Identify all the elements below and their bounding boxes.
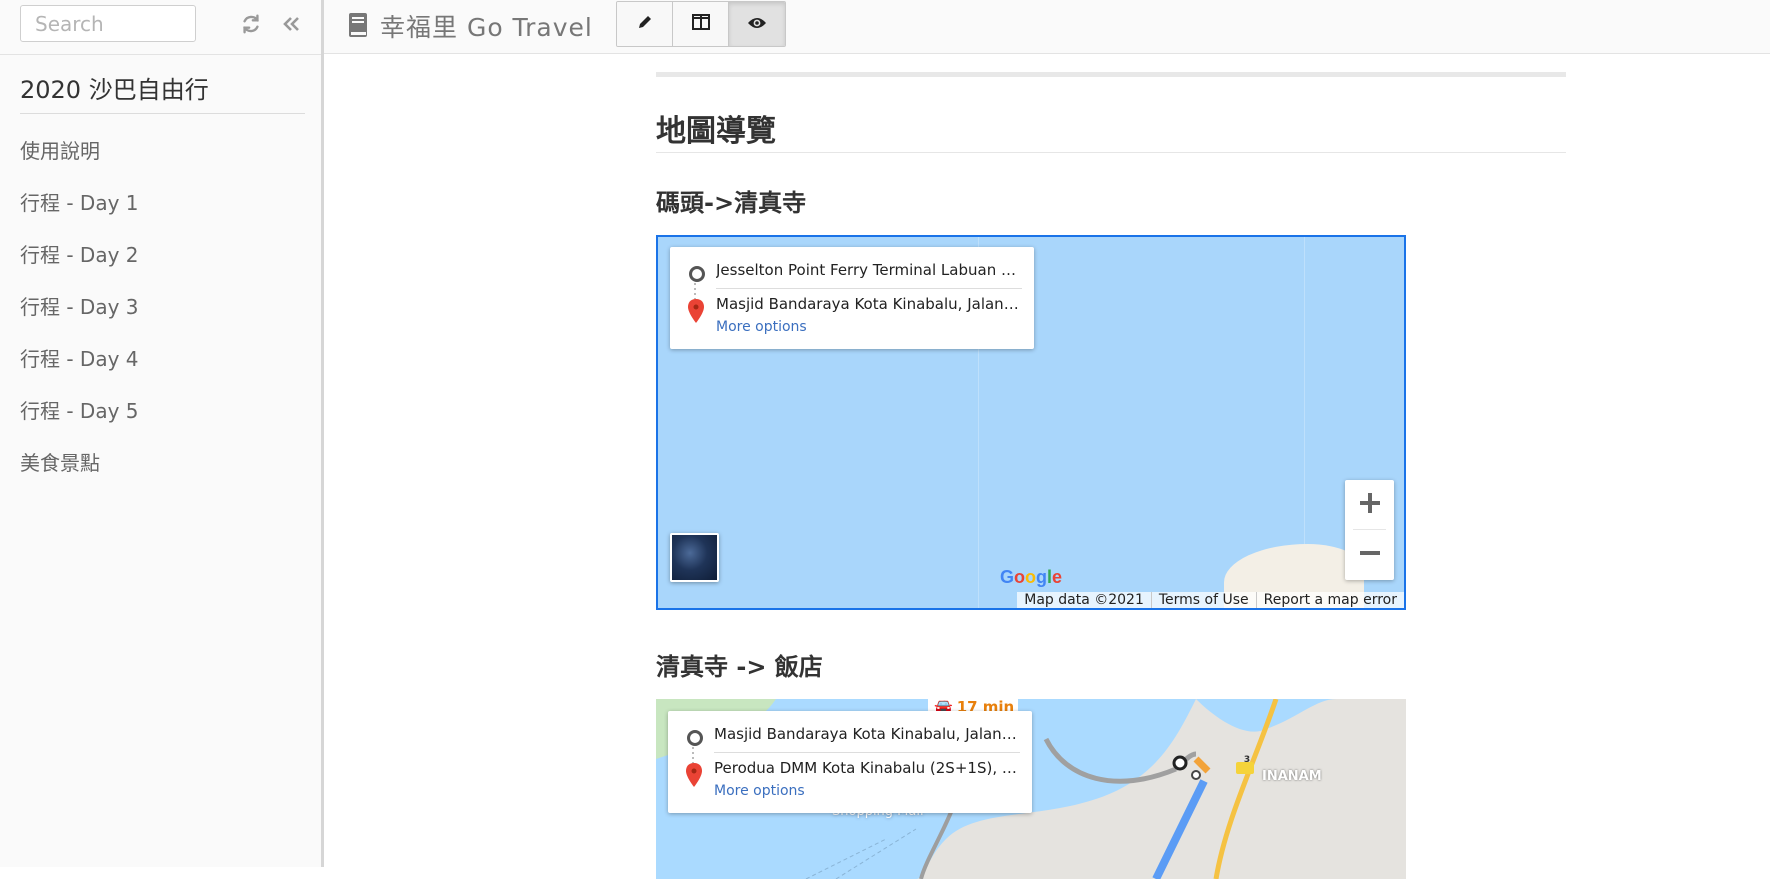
origin-circle-icon xyxy=(689,266,705,282)
road-number: 3 xyxy=(1243,755,1251,765)
section-title: 碼頭->清真寺 xyxy=(656,189,807,217)
route-dots xyxy=(692,747,694,763)
sidebar-item-day-3[interactable]: 行程 - Day 3 xyxy=(20,289,139,341)
more-options-link[interactable]: More options xyxy=(716,319,807,335)
origin-field[interactable]: Jesselton Point Ferry Terminal Labuan Fe… xyxy=(716,261,1022,279)
edit-mode-button[interactable] xyxy=(617,2,673,46)
book-icon xyxy=(348,12,368,38)
horizontal-rule xyxy=(656,72,1566,77)
origin-field[interactable]: Masjid Bandaraya Kota Kinabalu, Jalan Pa… xyxy=(714,725,1020,743)
sidebar-item-day-5[interactable]: 行程 - Day 5 xyxy=(20,393,139,445)
refresh-icon[interactable] xyxy=(237,10,265,38)
view-mode-toggle xyxy=(616,1,786,47)
map-attribution: Map data ©2021 Terms of Use Report a map… xyxy=(1017,592,1404,608)
columns-icon xyxy=(691,14,710,34)
heading-underline xyxy=(656,152,1566,153)
sidebar-item-day-4[interactable]: 行程 - Day 4 xyxy=(20,341,139,393)
sidebar: 2020 沙巴自由行 使用說明 行程 - Day 1 行程 - Day 2 行程… xyxy=(0,0,324,867)
map-pin-icon xyxy=(686,298,706,324)
zoom-in-button[interactable] xyxy=(1345,480,1394,529)
page-heading: 地圖導覽 xyxy=(656,114,776,149)
map-embed[interactable]: Jesselton Point Ferry Terminal Labuan Fe… xyxy=(656,235,1406,610)
double-chevron-left-icon[interactable] xyxy=(277,10,305,38)
site-title: 幸福里 Go Travel xyxy=(380,13,593,42)
map-pin-icon xyxy=(684,762,704,788)
minus-icon xyxy=(1359,542,1381,568)
terms-link[interactable]: Terms of Use xyxy=(1150,592,1256,608)
zoom-control xyxy=(1345,480,1394,580)
report-error-link[interactable]: Report a map error xyxy=(1255,592,1404,608)
sidebar-item-day-1[interactable]: 行程 - Day 1 xyxy=(20,185,139,237)
sidebar-toolbar xyxy=(0,0,321,55)
map-embed[interactable]: 🚘17 min 3 INANAM Shopping Mall Masjid Ba… xyxy=(656,699,1406,879)
book-title: 2020 沙巴自由行 xyxy=(20,76,209,104)
section-title: 清真寺 -> 飯店 xyxy=(656,653,823,681)
pencil-icon xyxy=(637,14,653,34)
directions-card: Jesselton Point Ferry Terminal Labuan Fe… xyxy=(670,247,1034,349)
sidebar-nav: 使用說明 行程 - Day 1 行程 - Day 2 行程 - Day 3 行程… xyxy=(20,133,139,497)
destination-field[interactable]: Masjid Bandaraya Kota Kinabalu, Jalan Pa… xyxy=(716,295,1022,313)
satellite-toggle[interactable] xyxy=(670,533,719,582)
destination-field[interactable]: Perodua DMM Kota Kinabalu (2S+1S), U... xyxy=(714,759,1020,777)
divider xyxy=(714,752,1020,753)
split-mode-button[interactable] xyxy=(673,2,729,46)
area-label: INANAM xyxy=(1262,769,1322,784)
top-header: 幸福里 Go Travel xyxy=(324,0,1770,54)
sidebar-item-food-spots[interactable]: 美食景點 xyxy=(20,445,139,497)
preview-mode-button[interactable] xyxy=(729,2,785,46)
more-options-link[interactable]: More options xyxy=(714,783,805,799)
plus-icon xyxy=(1359,492,1381,518)
origin-circle-icon xyxy=(687,730,703,746)
divider xyxy=(716,288,1022,289)
route-dots xyxy=(694,283,696,299)
sidebar-item-instructions[interactable]: 使用說明 xyxy=(20,133,139,185)
divider xyxy=(20,113,305,114)
search-input[interactable] xyxy=(20,5,196,42)
eye-icon xyxy=(747,15,767,34)
google-logo: Google xyxy=(1000,567,1063,587)
zoom-out-button[interactable] xyxy=(1345,530,1394,579)
map-data-text: Map data ©2021 xyxy=(1024,592,1144,608)
sidebar-item-day-2[interactable]: 行程 - Day 2 xyxy=(20,237,139,289)
directions-card: Masjid Bandaraya Kota Kinabalu, Jalan Pa… xyxy=(668,711,1032,813)
